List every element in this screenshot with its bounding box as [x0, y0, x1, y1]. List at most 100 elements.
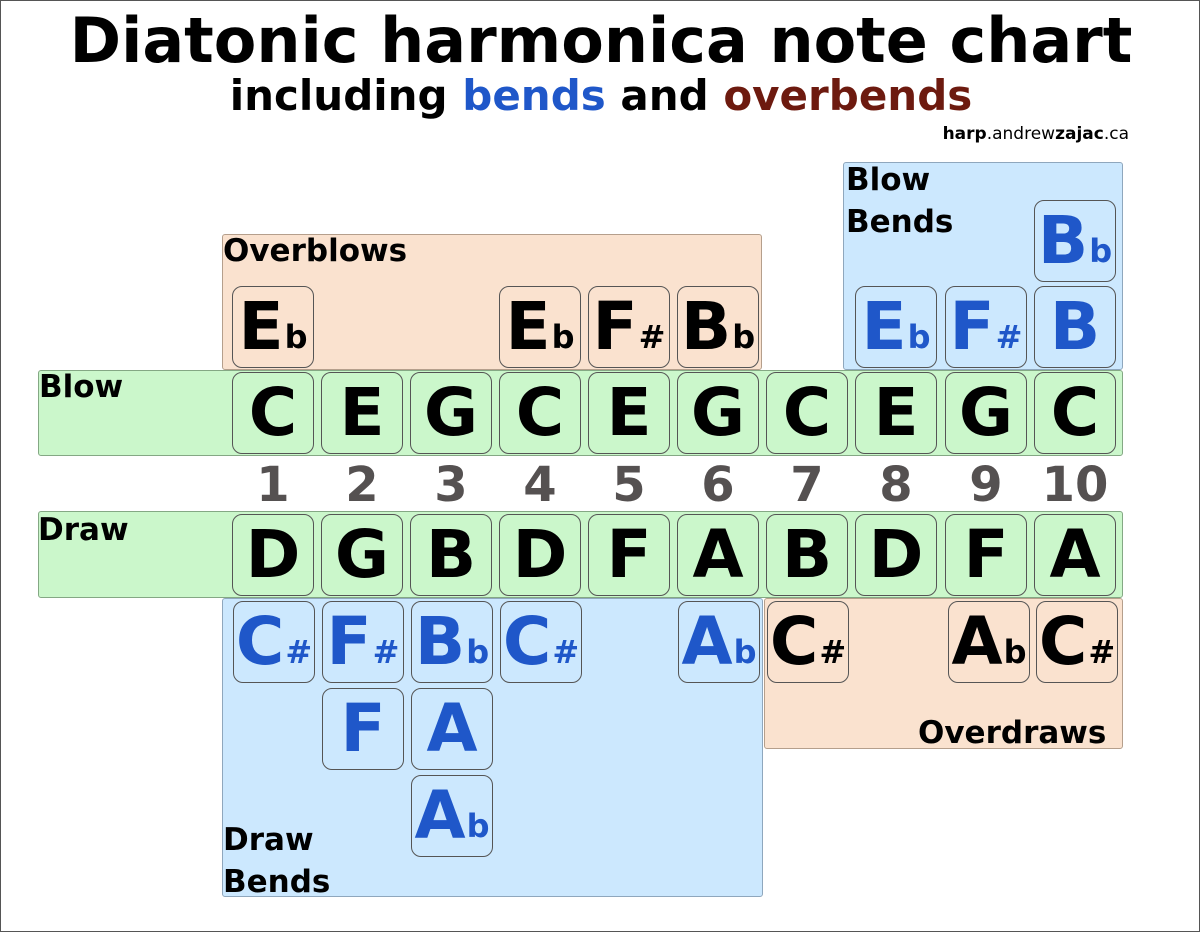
note-letter: G [958, 374, 1014, 451]
note-letter: B [425, 516, 477, 593]
note-letter: B [781, 516, 833, 593]
note-letter: C [769, 603, 819, 680]
note-accidental: # [638, 318, 666, 356]
note-letter: A [692, 516, 744, 593]
note-letter: C [502, 603, 552, 680]
note-cell: F [945, 514, 1027, 596]
hole-number: 9 [969, 457, 1003, 513]
note-letter: C [235, 603, 285, 680]
note-accidental: b [1089, 232, 1113, 270]
note-letter: E [606, 374, 652, 451]
draw-bends-label: Draw Bends [223, 822, 331, 900]
note-cell: C [1034, 372, 1116, 454]
credit-url: harp.andrewzajac.ca [943, 124, 1129, 144]
blow-label: Blow [39, 369, 124, 405]
credit-part: .andrew [986, 124, 1056, 144]
hole-number: 4 [523, 457, 557, 513]
note-letter: F [592, 288, 638, 365]
hole-number: 2 [345, 457, 379, 513]
note-cell: A [411, 688, 493, 770]
subtitle-overbends: overbends [723, 71, 973, 120]
note-accidental: b [284, 318, 308, 356]
note-cell: Eb [499, 286, 581, 368]
note-letter: E [238, 288, 284, 365]
note-letter: B [680, 288, 732, 365]
note-letter: B [1037, 202, 1089, 279]
note-cell: A [677, 514, 759, 596]
note-letter: E [339, 374, 385, 451]
note-accidental: # [372, 633, 400, 671]
note-accidental: b [732, 318, 756, 356]
note-cell: C # [500, 601, 582, 683]
note-letter: G [334, 516, 390, 593]
note-cell: G [321, 514, 403, 596]
note-letter: E [861, 288, 907, 365]
note-letter: E [873, 374, 919, 451]
note-letter: C [248, 374, 298, 451]
note-letter: C [1038, 603, 1088, 680]
subtitle-prefix: including [229, 71, 448, 120]
hole-number: 3 [434, 457, 468, 513]
note-cell: F [588, 514, 670, 596]
note-cell: B [766, 514, 848, 596]
note-cell: D [232, 514, 314, 596]
note-accidental: b [907, 318, 931, 356]
subtitle-bends: bends [462, 71, 606, 120]
note-accidental: # [819, 633, 847, 671]
overblows-label: Overblows [223, 233, 408, 269]
note-cell: F # [945, 286, 1027, 368]
note-cell: G [410, 372, 492, 454]
note-cell: E [855, 372, 937, 454]
note-letter: F [326, 603, 372, 680]
note-letter: F [340, 690, 386, 767]
note-cell: A [1034, 514, 1116, 596]
note-letter: C [515, 374, 565, 451]
note-letter: C [1050, 374, 1100, 451]
note-letter: G [690, 374, 746, 451]
note-letter: D [245, 516, 301, 593]
note-letter: A [1049, 516, 1101, 593]
note-accidental: b [733, 633, 757, 671]
note-cell: D [499, 514, 581, 596]
hole-number: 1 [256, 457, 290, 513]
credit-part: harp [942, 124, 987, 144]
note-cell: B [410, 514, 492, 596]
note-cell: F # [322, 601, 404, 683]
note-letter: C [782, 374, 832, 451]
note-accidental: # [995, 318, 1023, 356]
hole-number: 8 [879, 457, 913, 513]
note-accidental: b [1003, 633, 1027, 671]
note-letter: D [512, 516, 568, 593]
note-accidental: b [551, 318, 575, 356]
note-letter: B [1049, 288, 1101, 365]
chart-canvas: Diatonic harmonica note chart including … [0, 0, 1200, 932]
note-cell: C # [767, 601, 849, 683]
note-accidental: b [466, 633, 490, 671]
note-cell: E [588, 372, 670, 454]
note-cell: Bb [677, 286, 759, 368]
note-letter: A [426, 690, 478, 767]
subtitle-middle: and [620, 71, 709, 120]
note-accidental: # [285, 633, 313, 671]
blow-bends-label: Blow Bends [846, 162, 954, 240]
hole-number: 6 [701, 457, 735, 513]
credit-part: zajac [1055, 124, 1104, 144]
note-letter: B [414, 603, 466, 680]
draw-label: Draw [38, 512, 129, 548]
note-cell: Ab [948, 601, 1030, 683]
note-cell: Eb [232, 286, 314, 368]
note-cell: F # [588, 286, 670, 368]
hole-number: 7 [790, 457, 824, 513]
note-cell: C # [233, 601, 315, 683]
note-letter: A [951, 603, 1003, 680]
note-cell: G [945, 372, 1027, 454]
note-cell: Bb [1034, 200, 1116, 282]
note-cell: C [232, 372, 314, 454]
note-cell: B [1034, 286, 1116, 368]
chart-title: Diatonic harmonica note chart [69, 4, 1133, 77]
note-accidental: # [1088, 633, 1116, 671]
note-cell: Bb [411, 601, 493, 683]
note-accidental: # [552, 633, 580, 671]
note-letter: F [963, 516, 1009, 593]
note-letter: F [606, 516, 652, 593]
